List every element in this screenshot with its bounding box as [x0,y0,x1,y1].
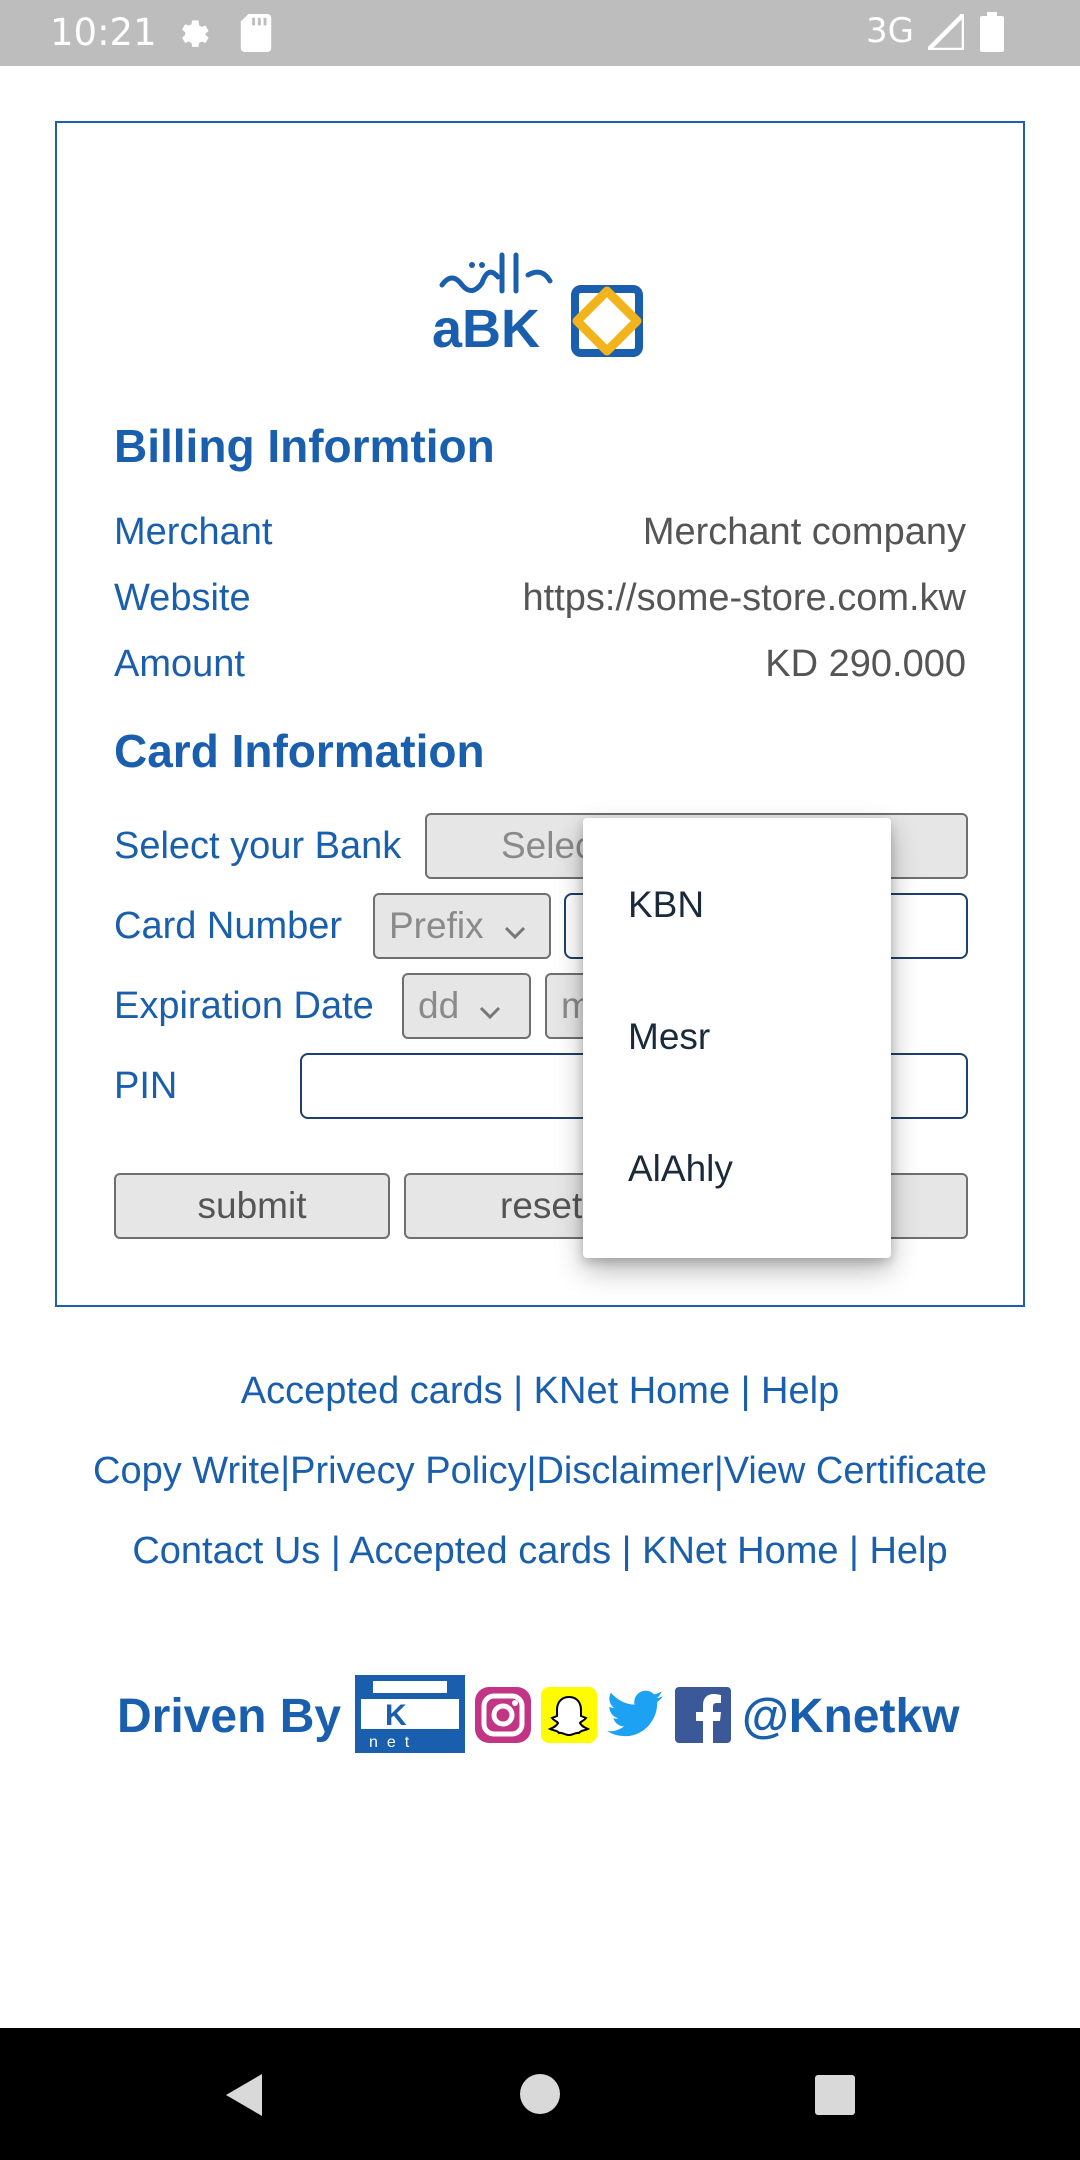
card-info-title: Card Information [114,725,485,777]
knet-logo: K net [355,1675,465,1758]
bank-label: Select your Bank [114,825,402,867]
bank-option-alahly[interactable]: AlAhly [628,1148,733,1190]
chevron-down-icon [504,897,526,959]
navigation-bar [0,2028,1080,2160]
footer-links-3[interactable]: Contact Us | Accepted cards | KNet Home … [0,1530,1080,1573]
twitter-icon[interactable] [607,1689,663,1744]
sd-card-icon [240,14,272,57]
network-type: 3G [866,11,914,51]
snapchat-icon[interactable] [541,1687,597,1748]
billing-title: Billing Informtion [114,420,495,472]
driven-by: Driven By K net @Knetkw [117,1675,1017,1755]
driven-by-text: Driven By [117,1690,342,1743]
bank-select-value: Selec [501,825,594,866]
merchant-label: Merchant [114,511,273,553]
recents-icon[interactable] [814,2074,856,2121]
knet-handle[interactable]: @Knetkw [742,1689,960,1744]
amount-value: KD 290.000 [765,643,966,685]
status-time: 10:21 [50,11,157,54]
merchant-value: Merchant company [642,511,966,553]
svg-text:K: K [385,1699,407,1732]
battery-icon [980,12,1004,57]
pin-label: PIN [114,1065,178,1107]
website-value: https://some-store.com.kw [522,577,966,619]
gear-icon [176,14,214,57]
bank-dropdown-menu: KBN Mesr AlAhly [583,818,891,1258]
prefix-value: Prefix [389,905,484,946]
day-select[interactable]: dd [402,973,531,1039]
prefix-select[interactable]: Prefix [373,893,551,959]
svg-text:aBK: aBK [432,299,540,357]
card-number-label: Card Number [114,905,343,947]
footer-links-2[interactable]: Copy Write|Privecy Policy|Disclaimer|Vie… [0,1450,1080,1493]
home-icon[interactable] [518,2072,562,2121]
expiration-label: Expiration Date [114,985,374,1027]
website-label: Website [114,577,251,619]
footer-links-1[interactable]: Accepted cards | KNet Home | Help [0,1370,1080,1413]
back-icon[interactable] [222,2072,264,2123]
abk-logo: aBK [432,247,682,359]
chevron-down-icon [479,977,501,1039]
instagram-icon[interactable] [475,1687,531,1748]
submit-button[interactable]: submit [114,1173,390,1239]
status-bar: 10:21 3G [0,0,1080,66]
bank-option-mesr[interactable]: Mesr [628,1016,710,1058]
bank-option-kbn[interactable]: KBN [628,884,704,926]
facebook-icon[interactable] [675,1687,731,1748]
signal-icon [922,8,967,55]
day-value: dd [418,985,460,1026]
amount-label: Amount [114,643,245,685]
svg-text:net: net [369,1734,418,1751]
